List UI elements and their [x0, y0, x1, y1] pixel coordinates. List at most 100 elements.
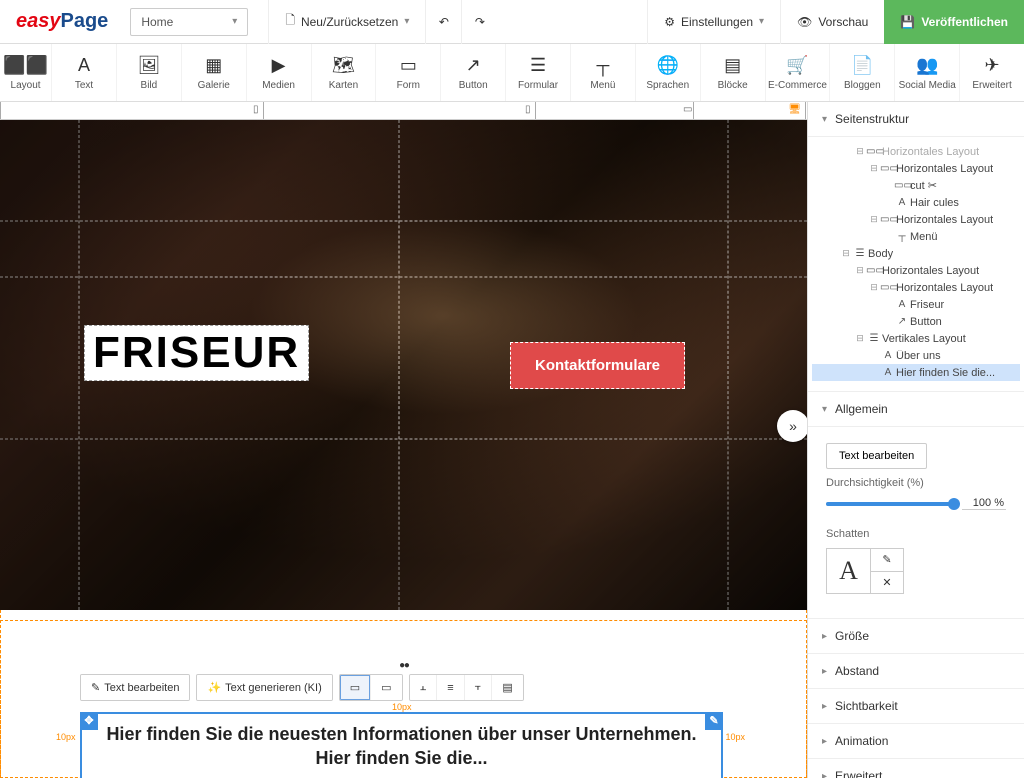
tree-toggle-icon[interactable]: ⊟ — [868, 163, 880, 174]
desktop-icon[interactable]: 🖥 — [788, 104, 801, 115]
shadow-label: Schatten — [812, 520, 1020, 548]
chevron-down-icon: ▾ — [822, 404, 827, 415]
ribbon-sprachen[interactable]: 🌐Sprachen — [636, 44, 701, 101]
tree-toggle-icon[interactable]: ⊟ — [854, 333, 866, 344]
chevron-down-icon: ▾ — [822, 114, 827, 125]
eye-icon: 👁 — [797, 15, 812, 29]
ribbon-bloggen[interactable]: 📄Bloggen — [830, 44, 895, 101]
ribbon-form[interactable]: ▭Form — [376, 44, 441, 101]
tree-toggle-icon[interactable]: ⊟ — [840, 248, 852, 259]
shadow-sample: A — [827, 549, 871, 593]
shadow-clear-button[interactable]: ✕ — [871, 572, 903, 594]
tree-type-icon: ▭▭ — [866, 265, 882, 276]
tree-type-icon: A — [880, 350, 896, 361]
caret-down-icon: ▾ — [759, 16, 764, 27]
move-handle-icon[interactable]: ✥ — [80, 712, 98, 730]
ribbon-medien[interactable]: ▶Medien — [247, 44, 312, 101]
karten-icon: 🗺 — [332, 54, 355, 76]
tree-row[interactable]: ⊟▭▭Horizontales Layout — [812, 160, 1020, 177]
panel-größe-header[interactable]: ▸Größe — [808, 619, 1024, 654]
tree-row[interactable]: ⊟▭▭Horizontales Layout — [812, 279, 1020, 296]
edit-handle-icon[interactable]: ✎ — [705, 712, 723, 730]
ribbon-text[interactable]: AText — [52, 44, 117, 101]
panel-animation-header[interactable]: ▸Animation — [808, 724, 1024, 759]
ai-generate-button[interactable]: ✨Text generieren (KI) — [197, 675, 331, 700]
ribbon-e-commerce[interactable]: 🛒E-Commerce — [766, 44, 831, 101]
opacity-slider[interactable]: 100 % — [812, 497, 1020, 520]
tree-row[interactable]: ▭▭cut ✂ — [812, 177, 1020, 194]
tablet-portrait-icon[interactable]: ▯ — [525, 104, 531, 115]
ribbon-button[interactable]: ↗Button — [441, 44, 506, 101]
undo-icon: ↶ — [439, 15, 449, 29]
opacity-label: Durchsichtigkeit (%) — [812, 469, 1020, 497]
erweitert-icon: ✈ — [985, 54, 1000, 76]
ribbon-bild[interactable]: 🖼Bild — [117, 44, 182, 101]
valign-top-button[interactable]: ⫠ — [410, 675, 438, 700]
tree-row[interactable]: AÜber uns — [812, 347, 1020, 364]
tree-label: Button — [910, 316, 942, 328]
selected-text-block[interactable]: ✥ ✎ Hier finden Sie die neuesten Informa… — [80, 712, 723, 778]
tree-type-icon: ▭▭ — [894, 180, 910, 191]
social media-icon: 👥 — [916, 54, 938, 76]
tree-row[interactable]: ↗Button — [812, 313, 1020, 330]
redo-button[interactable]: ↷ — [461, 0, 497, 44]
hero-contact-button[interactable]: Kontaktformulare — [510, 342, 685, 389]
tree-toggle-icon[interactable]: ⊟ — [854, 265, 866, 276]
padding-left-label: 10px — [56, 732, 76, 742]
align-box-left-button[interactable]: ▭ — [340, 675, 371, 700]
ribbon-karten[interactable]: 🗺Karten — [312, 44, 377, 101]
valign-bottom-button[interactable]: ⫟ — [465, 675, 493, 700]
page-selector[interactable]: Home ▾ — [130, 8, 248, 36]
tree-row[interactable]: ⊟▭▭Horizontales Layout — [812, 262, 1020, 279]
chevron-right-icon: ▸ — [822, 631, 827, 642]
save-icon: 💾 — [900, 15, 915, 29]
hero-title[interactable]: FRISEUR — [84, 325, 309, 381]
tree-toggle-icon[interactable]: ⊟ — [868, 282, 880, 293]
tree-label: Über uns — [896, 350, 941, 362]
device-ruler[interactable]: ▯ ▯ ▭ 🖥 — [0, 102, 807, 120]
panel-structure-header[interactable]: ▾ Seitenstruktur — [808, 102, 1024, 137]
shadow-edit-button[interactable]: ✎ — [871, 549, 903, 572]
tree-type-icon: A — [894, 197, 910, 208]
panel-erweitert-header[interactable]: ▸Erweitert — [808, 759, 1024, 778]
edit-text-button[interactable]: ✎Text bearbeiten — [81, 675, 189, 700]
tree-row[interactable]: ⊟▭▭Horizontales Layout — [812, 211, 1020, 228]
tablet-landscape-icon[interactable]: ▭ — [683, 104, 692, 115]
next-slide-button[interactable]: » — [777, 410, 807, 442]
ribbon-formular[interactable]: ☰Formular — [506, 44, 571, 101]
new-reset-button[interactable]: 🗋 Neu/Zurücksetzen ▾ — [268, 0, 425, 44]
panel-abstand-header[interactable]: ▸Abstand — [808, 654, 1024, 689]
align-box-center-button[interactable]: ▭ — [371, 675, 401, 700]
undo-button[interactable]: ↶ — [425, 0, 461, 44]
tree-row[interactable]: AHier finden Sie die... — [812, 364, 1020, 381]
canvas-stage[interactable]: FRISEUR Kontaktformulare » ● ●● ● ✎Text … — [0, 120, 807, 778]
ribbon-galerie[interactable]: ▦Galerie — [182, 44, 247, 101]
ribbon-erweitert[interactable]: ✈Erweitert — [960, 44, 1024, 101]
publish-button[interactable]: 💾 Veröffentlichen — [884, 0, 1024, 44]
tree-row[interactable]: ⊟☰Vertikales Layout — [812, 330, 1020, 347]
tree-type-icon: A — [880, 367, 896, 378]
edit-text-prop-button[interactable]: Text bearbeiten — [826, 443, 927, 469]
ribbon-layout[interactable]: ⬛⬛Layout — [0, 44, 52, 101]
ribbon-social-media[interactable]: 👥Social Media — [895, 44, 960, 101]
mobile-icon[interactable]: ▯ — [253, 104, 259, 115]
bild-icon: 🖼 — [137, 54, 160, 76]
panel-sichtbarkeit-header[interactable]: ▸Sichtbarkeit — [808, 689, 1024, 724]
tree-toggle-icon[interactable]: ⊟ — [868, 214, 880, 225]
formular-icon: ☰ — [530, 54, 546, 76]
preview-button[interactable]: 👁 Vorschau — [780, 0, 884, 44]
settings-button[interactable]: ⚙ Einstellungen ▾ — [647, 0, 780, 44]
valign-middle-button[interactable]: ≡ — [437, 675, 464, 700]
tree-toggle-icon[interactable]: ⊟ — [854, 146, 866, 157]
tree-row[interactable]: ⊟☰Body — [812, 245, 1020, 262]
tree-row[interactable]: AHair cules — [812, 194, 1020, 211]
hero-section[interactable]: FRISEUR Kontaktformulare » — [0, 120, 807, 610]
valign-stretch-button[interactable]: ▤ — [492, 675, 522, 700]
panel-general-header[interactable]: ▾ Allgemein — [808, 392, 1024, 427]
tree-row[interactable]: ⊟▭▭Horizontales Layout — [812, 143, 1020, 160]
ribbon-men-[interactable]: ┬Menü — [571, 44, 636, 101]
tree-row[interactable]: ┬Menü — [812, 228, 1020, 245]
sparkle-icon: ✨ — [207, 681, 221, 694]
tree-row[interactable]: AFriseur — [812, 296, 1020, 313]
ribbon-bl-cke[interactable]: ▤Blöcke — [701, 44, 766, 101]
